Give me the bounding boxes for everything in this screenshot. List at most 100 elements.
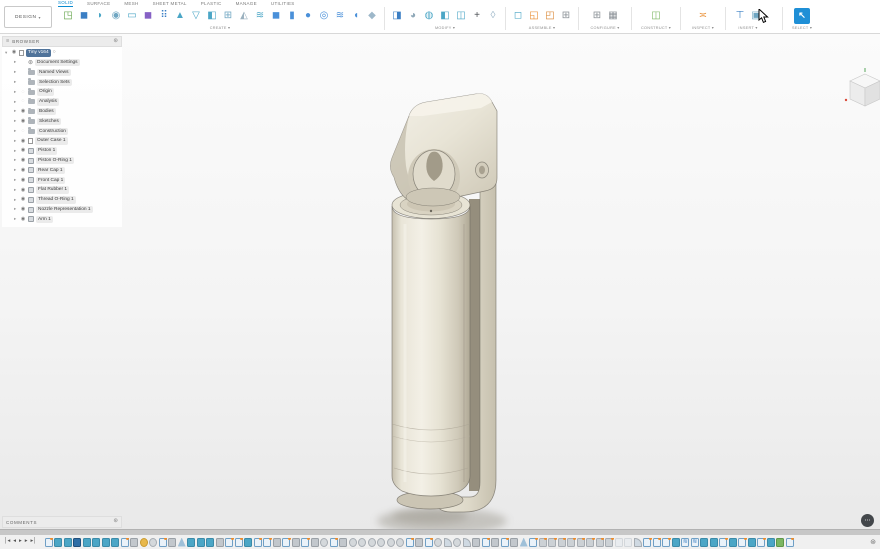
delete-icon[interactable]: ◊ <box>485 8 501 24</box>
tab-utilities[interactable]: UTILITIES <box>271 1 295 6</box>
timeline-feature-coil-feature-icon[interactable]: ≋ <box>681 538 689 547</box>
browser-item-label[interactable]: Piston 1 <box>36 147 57 155</box>
timeline-feature-revolve-feature-icon[interactable] <box>444 538 452 547</box>
model-piston-toy[interactable] <box>330 84 590 549</box>
timeline-feature-extrude-icon[interactable] <box>92 538 100 547</box>
timeline-feature-joint-icon[interactable] <box>605 538 613 547</box>
browser-item-piston-1[interactable]: ▸◉Piston 1 <box>2 146 122 156</box>
timeline-feature-sketch-icon[interactable] <box>301 538 309 547</box>
move-copy-icon[interactable]: + <box>469 8 485 24</box>
tab-solid[interactable]: SOLID <box>58 0 73 7</box>
timeline-feature-sketch-icon[interactable] <box>757 538 765 547</box>
eye-icon[interactable]: ◉ <box>20 158 26 163</box>
eye-icon[interactable]: ◌ <box>20 129 26 134</box>
timeline-feature-joint-icon[interactable] <box>548 538 556 547</box>
wedge-icon[interactable]: ◆ <box>364 8 380 24</box>
toolbar-group-label-inspect[interactable]: INSPECT ▾ <box>692 25 714 30</box>
timeline-feature-sketch-icon[interactable] <box>529 538 537 547</box>
browser-item-piston-o-ring-1[interactable]: ▸◉Piston O-Ring 1 <box>2 156 122 166</box>
view-cube[interactable] <box>840 66 880 116</box>
timeline-feature-sketch-icon[interactable] <box>330 538 338 547</box>
chevron-right-icon[interactable]: ▸ <box>14 158 18 163</box>
split-body-icon[interactable]: ◫ <box>453 8 469 24</box>
chevron-right-icon[interactable]: ▸ <box>14 119 18 124</box>
rib-icon[interactable]: ▭ <box>124 8 140 24</box>
browser-item-sketches[interactable]: ▸◉ Sketches <box>2 117 122 127</box>
chevron-right-icon[interactable]: ▸ <box>14 207 18 212</box>
timeline-feature-sketch-icon[interactable] <box>482 538 490 547</box>
timeline-feature-sketch-icon[interactable] <box>425 538 433 547</box>
rigid-group-icon[interactable]: ⊞ <box>558 8 574 24</box>
comments-panel[interactable]: COMMENTS ⊛ <box>2 516 122 528</box>
form-icon[interactable]: ◼ <box>140 8 156 24</box>
browser-item-bodies[interactable]: ▸◉Bodies <box>2 107 122 117</box>
play-button[interactable]: ▸ <box>19 539 22 545</box>
timeline-feature-extrude-icon[interactable] <box>83 538 91 547</box>
browser-item-label[interactable]: Analysis <box>37 98 59 106</box>
torus-icon[interactable]: ◎ <box>316 8 332 24</box>
chevron-right-icon[interactable]: ▸ <box>14 90 18 95</box>
loft-icon[interactable]: ▲ <box>172 8 188 24</box>
create-sketch-icon[interactable]: ◳ <box>60 8 76 24</box>
chevron-right-icon[interactable]: ▸ <box>14 139 18 144</box>
browser-item-nozzle-representation-1[interactable]: ▸◉Nozzle Representation 1 <box>2 205 122 215</box>
timeline-feature-modify-feature-icon[interactable] <box>510 538 518 547</box>
tab-sheet-metal[interactable]: SHEET METAL <box>153 1 187 6</box>
timeline-feature-suppressed-feature-icon[interactable] <box>615 538 623 547</box>
browser-item-selection-sets[interactable]: ▸Selection Sets <box>2 77 122 87</box>
timeline-feature-sketch-icon[interactable] <box>45 538 53 547</box>
new-component-icon[interactable]: ◻ <box>510 8 526 24</box>
timeline-feature-joint-icon[interactable] <box>539 538 547 547</box>
tab-manage[interactable]: MANAGE <box>236 1 257 6</box>
eye-icon[interactable]: ◉ <box>20 207 26 212</box>
timeline-feature-hole-feature-icon[interactable] <box>358 538 366 547</box>
browser-item-label[interactable]: Sketches <box>37 118 61 126</box>
timeline-feature-modify-feature-icon[interactable] <box>216 538 224 547</box>
browser-header[interactable]: ≡ BROWSER ⊛ <box>2 36 122 47</box>
timeline-feature-sketch-icon[interactable] <box>501 538 509 547</box>
configuration-table-icon[interactable]: ⊞ <box>589 8 605 24</box>
browser-item-label[interactable]: Selection Sets <box>37 79 72 87</box>
timeline-feature-modify-feature-icon[interactable] <box>415 538 423 547</box>
timeline-feature-sketch-icon[interactable] <box>653 538 661 547</box>
browser-item-origin[interactable]: ▸◌ Origin <box>2 87 122 97</box>
canvas-icon[interactable]: ▣ <box>748 8 764 24</box>
select-icon[interactable]: ↖ <box>794 8 810 24</box>
chevron-right-icon[interactable]: ▸ <box>14 100 18 105</box>
box-icon[interactable]: ◼ <box>268 8 284 24</box>
timeline-feature-hole-feature-icon[interactable] <box>368 538 376 547</box>
browser-item-thread-o-ring-1[interactable]: ▸◉Thread O-Ring 1 <box>2 195 122 205</box>
timeline-feature-extrude-icon[interactable] <box>710 538 718 547</box>
chevron-right-icon[interactable]: ▸ <box>14 217 18 222</box>
timeline-feature-sketch-icon[interactable] <box>738 538 746 547</box>
tab-surface[interactable]: SURFACE <box>87 1 110 6</box>
timeline-feature-extrude-selected-icon[interactable] <box>73 538 81 547</box>
joint-icon[interactable]: ◱ <box>526 8 542 24</box>
chevron-right-icon[interactable]: ▸ <box>14 178 18 183</box>
configurations-icon[interactable]: ▦ <box>605 8 621 24</box>
chevron-right-icon[interactable]: ▸ <box>14 60 18 65</box>
browser-item-front-cap-1[interactable]: ▸◉Front Cap 1 <box>2 175 122 185</box>
eye-icon[interactable]: ◉ <box>20 119 26 124</box>
timeline-feature-revolve-feature-icon[interactable] <box>634 538 642 547</box>
timeline-feature-sketch-icon[interactable] <box>235 538 243 547</box>
press-pull-icon[interactable]: ◨ <box>389 8 405 24</box>
chevron-right-icon[interactable]: ▸ <box>14 129 18 134</box>
timeline-feature-joint-icon[interactable] <box>577 538 585 547</box>
eye-icon[interactable]: ◌ <box>20 99 26 104</box>
timeline-feature-hole-feature-icon[interactable] <box>453 538 461 547</box>
browser-item-label[interactable]: Outer Case 1 <box>35 137 68 145</box>
step-forward-button[interactable]: ▸ <box>25 539 28 545</box>
timeline-feature-sketch-icon[interactable] <box>406 538 414 547</box>
chevron-right-icon[interactable]: ▸ <box>14 149 18 154</box>
cylinder-icon[interactable]: ▮ <box>284 8 300 24</box>
toolbar-group-label-create[interactable]: CREATE ▾ <box>210 25 230 30</box>
eye-icon[interactable]: ◌ <box>20 90 26 95</box>
browser-item-label[interactable]: Origin <box>37 88 54 96</box>
insert-derive-icon[interactable]: ⊤ <box>732 8 748 24</box>
eye-icon[interactable]: ◉ <box>20 178 26 183</box>
chevron-right-icon[interactable]: ▸ <box>14 168 18 173</box>
timeline-feature-loft-feature-icon[interactable] <box>520 538 528 547</box>
timeline-feature-extrude-icon[interactable] <box>729 538 737 547</box>
browser-item-label[interactable]: Construction <box>37 128 68 136</box>
